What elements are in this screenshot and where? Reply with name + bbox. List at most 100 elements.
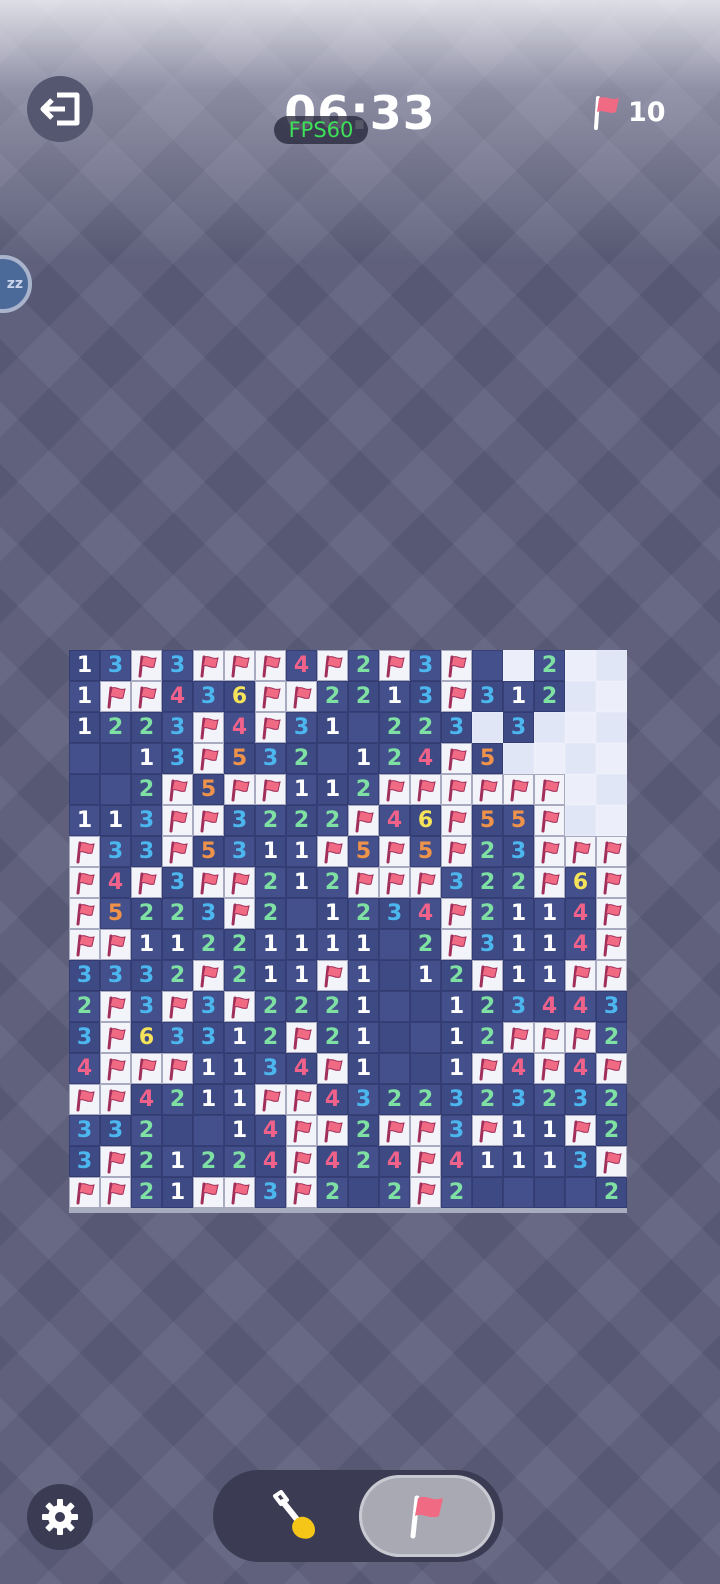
number-cell[interactable]: 3 [565, 1146, 596, 1177]
number-cell[interactable]: 2 [472, 1022, 503, 1053]
hidden-cell[interactable] [565, 774, 596, 805]
flagged-cell[interactable] [379, 867, 410, 898]
flagged-cell[interactable] [472, 1053, 503, 1084]
number-cell[interactable]: 3 [69, 960, 100, 991]
flagged-cell[interactable] [379, 774, 410, 805]
flag-mode-button[interactable] [359, 1475, 495, 1557]
flagged-cell[interactable] [193, 805, 224, 836]
number-cell[interactable]: 2 [131, 774, 162, 805]
number-cell[interactable]: 3 [441, 1084, 472, 1115]
number-cell[interactable]: 2 [348, 898, 379, 929]
flagged-cell[interactable] [565, 1115, 596, 1146]
flagged-cell[interactable] [193, 1177, 224, 1208]
hidden-cell[interactable] [503, 650, 534, 681]
number-cell[interactable]: 6 [410, 805, 441, 836]
number-cell[interactable]: 2 [162, 960, 193, 991]
minesweeper-board[interactable]: 1334232143622133121223431223313532124525… [69, 650, 627, 1208]
flagged-cell[interactable] [410, 1115, 441, 1146]
number-cell[interactable]: 3 [224, 805, 255, 836]
flagged-cell[interactable] [441, 898, 472, 929]
number-cell[interactable]: 3 [410, 650, 441, 681]
hidden-cell[interactable] [596, 650, 627, 681]
number-cell[interactable]: 2 [503, 867, 534, 898]
number-cell[interactable]: 2 [131, 898, 162, 929]
number-cell[interactable]: 3 [503, 836, 534, 867]
flagged-cell[interactable] [441, 774, 472, 805]
number-cell[interactable]: 4 [441, 1146, 472, 1177]
number-cell[interactable]: 1 [348, 743, 379, 774]
flagged-cell[interactable] [472, 960, 503, 991]
number-cell[interactable]: 2 [379, 743, 410, 774]
side-bubble[interactable]: zz [0, 255, 32, 313]
empty-cell[interactable] [472, 1177, 503, 1208]
flagged-cell[interactable] [100, 1022, 131, 1053]
flagged-cell[interactable] [596, 1146, 627, 1177]
number-cell[interactable]: 2 [441, 1177, 472, 1208]
number-cell[interactable]: 1 [534, 960, 565, 991]
flagged-cell[interactable] [317, 960, 348, 991]
flagged-cell[interactable] [100, 1084, 131, 1115]
number-cell[interactable]: 1 [441, 1022, 472, 1053]
number-cell[interactable]: 4 [317, 1084, 348, 1115]
number-cell[interactable]: 1 [69, 681, 100, 712]
flagged-cell[interactable] [565, 836, 596, 867]
flagged-cell[interactable] [534, 774, 565, 805]
flagged-cell[interactable] [379, 1115, 410, 1146]
number-cell[interactable]: 1 [317, 774, 348, 805]
number-cell[interactable]: 4 [162, 681, 193, 712]
flagged-cell[interactable] [410, 1177, 441, 1208]
number-cell[interactable]: 5 [410, 836, 441, 867]
flagged-cell[interactable] [317, 650, 348, 681]
number-cell[interactable]: 1 [317, 898, 348, 929]
number-cell[interactable]: 3 [162, 743, 193, 774]
number-cell[interactable]: 2 [348, 650, 379, 681]
number-cell[interactable]: 1 [503, 681, 534, 712]
number-cell[interactable]: 4 [317, 1146, 348, 1177]
number-cell[interactable]: 2 [131, 1115, 162, 1146]
number-cell[interactable]: 1 [503, 929, 534, 960]
hidden-cell[interactable] [596, 805, 627, 836]
empty-cell[interactable] [286, 898, 317, 929]
number-cell[interactable]: 4 [565, 929, 596, 960]
number-cell[interactable]: 3 [193, 898, 224, 929]
number-cell[interactable]: 4 [286, 650, 317, 681]
number-cell[interactable]: 3 [379, 898, 410, 929]
number-cell[interactable]: 2 [162, 1084, 193, 1115]
number-cell[interactable]: 2 [286, 991, 317, 1022]
flagged-cell[interactable] [534, 1022, 565, 1053]
flagged-cell[interactable] [69, 867, 100, 898]
number-cell[interactable]: 4 [410, 898, 441, 929]
flagged-cell[interactable] [100, 681, 131, 712]
hidden-cell[interactable] [472, 712, 503, 743]
flagged-cell[interactable] [193, 743, 224, 774]
number-cell[interactable]: 1 [441, 1053, 472, 1084]
flagged-cell[interactable] [596, 898, 627, 929]
flagged-cell[interactable] [255, 712, 286, 743]
number-cell[interactable]: 2 [286, 805, 317, 836]
number-cell[interactable]: 3 [441, 867, 472, 898]
number-cell[interactable]: 1 [441, 991, 472, 1022]
number-cell[interactable]: 4 [131, 1084, 162, 1115]
number-cell[interactable]: 1 [193, 1084, 224, 1115]
flagged-cell[interactable] [565, 960, 596, 991]
number-cell[interactable]: 1 [348, 991, 379, 1022]
number-cell[interactable]: 5 [100, 898, 131, 929]
flagged-cell[interactable] [255, 1084, 286, 1115]
number-cell[interactable]: 4 [255, 1146, 286, 1177]
flagged-cell[interactable] [472, 1115, 503, 1146]
flagged-cell[interactable] [69, 929, 100, 960]
number-cell[interactable]: 2 [379, 712, 410, 743]
number-cell[interactable]: 1 [193, 1053, 224, 1084]
number-cell[interactable]: 3 [410, 681, 441, 712]
hidden-cell[interactable] [596, 681, 627, 712]
flagged-cell[interactable] [596, 1053, 627, 1084]
flagged-cell[interactable] [193, 867, 224, 898]
exit-button[interactable] [27, 76, 93, 142]
empty-cell[interactable] [100, 743, 131, 774]
number-cell[interactable]: 3 [596, 991, 627, 1022]
number-cell[interactable]: 5 [224, 743, 255, 774]
number-cell[interactable]: 2 [224, 1146, 255, 1177]
number-cell[interactable]: 4 [503, 1053, 534, 1084]
number-cell[interactable]: 3 [69, 1146, 100, 1177]
number-cell[interactable]: 2 [348, 681, 379, 712]
